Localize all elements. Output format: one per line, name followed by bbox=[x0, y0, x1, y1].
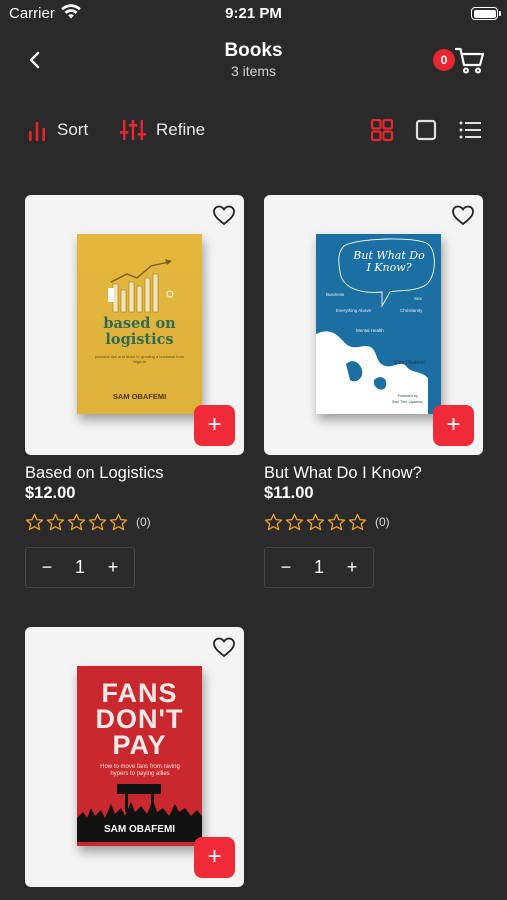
star-outline-icon bbox=[348, 513, 367, 531]
refine-sliders-icon bbox=[120, 120, 146, 140]
product-image-area[interactable]: But What Do I Know? Business Sex Everyth… bbox=[264, 195, 483, 455]
add-to-cart-button[interactable]: + bbox=[433, 405, 474, 446]
star-rating: (0) bbox=[264, 513, 390, 531]
star-outline-icon bbox=[327, 513, 346, 531]
product-image-area[interactable]: FANS DON'T PAY How to move fans from rav… bbox=[25, 627, 244, 887]
growth-chart-illustration bbox=[108, 259, 174, 313]
product-title[interactable]: But What Do I Know? bbox=[264, 464, 422, 483]
cover-title: But What Do I Know? bbox=[353, 249, 425, 274]
cover-subtitle: practical tips and tricks to growing a b… bbox=[94, 354, 185, 364]
cover-word: Mental Health bbox=[356, 328, 384, 333]
rating-count: (0) bbox=[375, 515, 390, 529]
quantity-value: 1 bbox=[313, 557, 324, 577]
cover-subtitle: How to move fans from raving hypers to p… bbox=[100, 764, 180, 777]
refine-button[interactable]: Refine bbox=[120, 117, 205, 143]
product-price: $12.00 bbox=[25, 484, 76, 502]
cover-author: SAM OBAFEMI bbox=[103, 824, 176, 835]
product-price: $11.00 bbox=[264, 484, 314, 502]
cover-word: Christianity bbox=[400, 308, 423, 313]
single-view-icon[interactable] bbox=[414, 118, 438, 142]
heart-icon[interactable] bbox=[212, 636, 236, 658]
cover-word: Business bbox=[326, 292, 345, 297]
item-count: 3 items bbox=[230, 63, 277, 79]
status-bar: Carrier 9:21 PM bbox=[0, 0, 507, 28]
quantity-stepper: − 1 + bbox=[264, 547, 374, 588]
product-card-based-on-logistics[interactable]: based on logistics practical tips and tr… bbox=[25, 195, 244, 590]
star-outline-icon bbox=[109, 513, 128, 531]
book-cover-but-what-do-i-know: But What Do I Know? Business Sex Everyth… bbox=[316, 234, 441, 414]
star-outline-icon bbox=[46, 513, 65, 531]
book-cover-based-on-logistics: based on logistics practical tips and tr… bbox=[77, 234, 202, 414]
rating-count: (0) bbox=[136, 515, 151, 529]
product-card-fans-dont-pay[interactable]: FANS DON'T PAY How to move fans from rav… bbox=[25, 627, 244, 900]
increment-button[interactable]: + bbox=[341, 557, 363, 578]
heart-icon[interactable] bbox=[451, 204, 475, 226]
add-to-cart-button[interactable]: + bbox=[194, 405, 235, 446]
quantity-stepper: − 1 + bbox=[25, 547, 135, 588]
clock: 9:21 PM bbox=[225, 5, 282, 22]
battery-tip bbox=[499, 11, 501, 16]
decrement-button[interactable]: − bbox=[275, 557, 297, 578]
cover-word: Everything Above bbox=[336, 308, 372, 313]
star-outline-icon bbox=[67, 513, 86, 531]
add-to-cart-button[interactable]: + bbox=[194, 837, 235, 878]
product-card-but-what-do-i-know[interactable]: But What Do I Know? Business Sex Everyth… bbox=[264, 195, 483, 590]
sort-button[interactable]: Sort bbox=[27, 117, 88, 143]
star-rating: (0) bbox=[25, 513, 151, 531]
star-outline-icon bbox=[285, 513, 304, 531]
refine-label: Refine bbox=[156, 120, 206, 139]
star-outline-icon bbox=[306, 513, 325, 531]
decrement-button[interactable]: − bbox=[36, 557, 58, 578]
cart-icon[interactable] bbox=[454, 44, 486, 76]
star-outline-icon bbox=[88, 513, 107, 531]
grid-view-icon[interactable] bbox=[370, 118, 394, 142]
product-title[interactable]: Based on Logistics bbox=[25, 464, 164, 483]
star-outline-icon bbox=[25, 513, 44, 531]
cover-word: Sex bbox=[414, 296, 422, 301]
quantity-value: 1 bbox=[74, 557, 85, 577]
cover-title: based on logistics bbox=[103, 315, 176, 348]
cover-author: SAM OBAFEMI bbox=[112, 392, 167, 401]
cart-count-badge: 0 bbox=[433, 49, 455, 71]
cover-foreword: Seyi 'Tinz' Lapulusu bbox=[392, 400, 423, 404]
sort-label: Sort bbox=[57, 120, 89, 139]
star-outline-icon bbox=[264, 513, 283, 531]
sort-bars-icon bbox=[29, 122, 45, 141]
cover-author: Sam Obafemi bbox=[394, 360, 425, 366]
heart-icon[interactable] bbox=[212, 204, 236, 226]
book-cover-fans-dont-pay: FANS DON'T PAY How to move fans from rav… bbox=[77, 666, 202, 846]
increment-button[interactable]: + bbox=[102, 557, 124, 578]
cover-title: FANS DON'T PAY bbox=[95, 678, 184, 760]
cover-foreword-label: Foreword by bbox=[398, 394, 418, 398]
product-image-area[interactable]: based on logistics practical tips and tr… bbox=[25, 195, 244, 455]
page-title: Books bbox=[224, 40, 283, 61]
battery-icon bbox=[471, 7, 498, 20]
list-view-icon[interactable] bbox=[458, 118, 482, 142]
